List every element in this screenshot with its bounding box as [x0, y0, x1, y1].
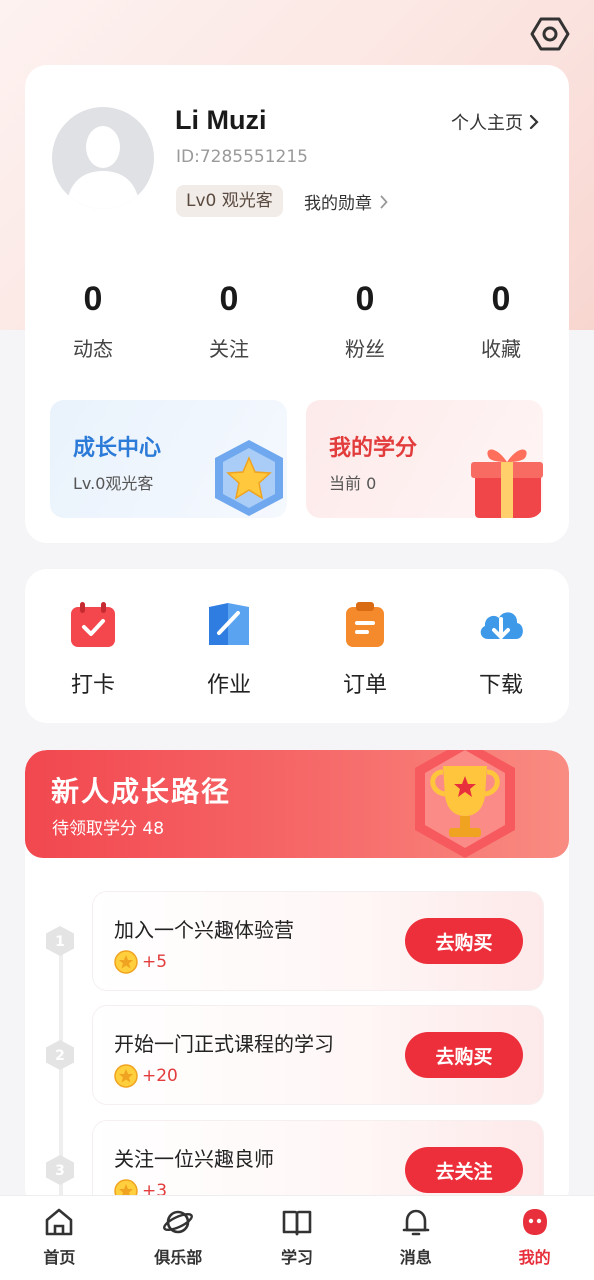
orders-button[interactable]: 订单: [297, 599, 433, 699]
stat-value: 0: [355, 280, 375, 318]
stat-posts[interactable]: 0 动态: [25, 277, 161, 362]
settings-hexagon-icon: [530, 17, 570, 51]
tab-label: 俱乐部: [154, 1248, 203, 1267]
tab-home[interactable]: 首页: [0, 1196, 119, 1280]
buy-button[interactable]: 去购买: [405, 1032, 523, 1078]
task-item: 1 加入一个兴趣体验营 +5 去购买: [46, 892, 543, 990]
stat-value: 0: [491, 280, 511, 318]
coin-star-icon: [114, 1064, 138, 1088]
checkin-button[interactable]: 打卡: [25, 599, 161, 699]
my-credits-card[interactable]: 我的学分 当前 0: [306, 400, 543, 518]
stat-label: 粉丝: [345, 337, 385, 361]
tool-label: 打卡: [70, 673, 115, 698]
svg-text:3: 3: [55, 1163, 65, 1179]
growth-center-card[interactable]: 成长中心 Lv.0观光客: [50, 400, 287, 518]
notebook-icon: [209, 603, 249, 645]
tab-label: 消息: [399, 1248, 432, 1267]
tab-club[interactable]: 俱乐部: [119, 1196, 238, 1280]
stat-fans[interactable]: 0 粉丝: [297, 277, 433, 362]
trophy-icon: [415, 750, 515, 858]
stat-favorites[interactable]: 0 收藏: [433, 277, 569, 362]
tool-label: 订单: [342, 673, 387, 698]
homework-button[interactable]: 作业: [161, 599, 297, 699]
growth-center-subtitle: Lv.0观光客: [73, 474, 154, 493]
tool-label: 作业: [206, 673, 251, 698]
my-medals-link[interactable]: 我的勋章: [304, 189, 388, 214]
buy-button[interactable]: 去购买: [405, 918, 523, 964]
task-item: 2 开始一门正式课程的学习 +20 去购买: [46, 1006, 543, 1104]
chevron-right-icon: [380, 195, 388, 208]
tab-study[interactable]: 学习: [238, 1196, 357, 1280]
profile-face-icon: [522, 1209, 547, 1235]
step-number-badge: 2: [46, 1040, 74, 1070]
step-number-badge: 3: [46, 1155, 74, 1185]
bottom-tabbar: 首页 俱乐部 学习 消息 我的: [0, 1195, 594, 1280]
book-icon: [282, 1210, 312, 1236]
reward-value: +20: [142, 1066, 178, 1086]
homepage-label: 个人主页: [451, 113, 523, 134]
task-reward: +20: [114, 1064, 178, 1088]
tab-label: 首页: [43, 1248, 76, 1267]
svg-text:1: 1: [55, 934, 65, 950]
coin-star-icon: [114, 950, 138, 974]
level-badge[interactable]: Lv0 观光客: [176, 185, 283, 217]
tab-label: 我的: [518, 1248, 551, 1267]
settings-button[interactable]: [530, 14, 570, 54]
task-name: 关注一位兴趣良师: [114, 1147, 274, 1171]
tool-label: 下载: [478, 673, 523, 698]
tab-messages[interactable]: 消息: [356, 1196, 475, 1280]
task-name: 加入一个兴趣体验营: [114, 918, 294, 942]
stat-label: 关注: [209, 337, 249, 361]
tab-mine[interactable]: 我的: [475, 1196, 594, 1280]
profile-card: Li Muzi ID:7285551215 个人主页 Lv0 观光客 我的勋章 …: [25, 65, 569, 543]
tab-label: 学习: [280, 1248, 313, 1267]
my-credits-subtitle: 当前 0: [329, 474, 377, 493]
avatar[interactable]: [52, 107, 154, 209]
task-name: 开始一门正式课程的学习: [114, 1032, 334, 1056]
homepage-link[interactable]: 个人主页: [451, 109, 539, 135]
bell-icon: [402, 1209, 430, 1236]
gift-box-icon: [471, 449, 543, 518]
growth-path-card: 新人成长路径 待领取学分 48 1 加入一个兴趣体验营 +5 去购买 2 开始一…: [25, 750, 569, 1210]
username: Li Muzi: [175, 105, 267, 135]
stat-value: 0: [219, 280, 239, 318]
step-number-badge: 1: [46, 926, 74, 956]
home-icon: [46, 1208, 73, 1236]
my-credits-title: 我的学分: [329, 436, 418, 461]
tools-card: 打卡 作业 订单 下载: [25, 569, 569, 723]
svg-text:2: 2: [55, 1048, 65, 1064]
calendar-check-icon: [71, 602, 115, 647]
chevron-right-icon: [529, 114, 539, 130]
stats-row: 0 动态 0 关注 0 粉丝 0 收藏: [25, 277, 569, 362]
planet-icon: [163, 1210, 194, 1234]
growth-path-banner: 新人成长路径 待领取学分 48: [25, 750, 569, 858]
stat-label: 动态: [73, 337, 113, 361]
stat-label: 收藏: [481, 337, 521, 361]
growth-path-title: 新人成长路径: [51, 775, 232, 808]
follow-button[interactable]: 去关注: [405, 1147, 523, 1193]
growth-center-title: 成长中心: [73, 436, 162, 461]
stat-following[interactable]: 0 关注: [161, 277, 297, 362]
default-avatar-icon: [66, 126, 140, 209]
medal-label: 我的勋章: [304, 194, 372, 214]
clipboard-icon: [346, 602, 384, 647]
downloads-button[interactable]: 下载: [433, 599, 569, 699]
stat-value: 0: [83, 280, 103, 318]
star-badge-icon: [215, 440, 283, 516]
task-reward: +5: [114, 950, 167, 974]
growth-path-subtitle: 待领取学分 48: [52, 819, 165, 839]
user-id: ID:7285551215: [176, 147, 308, 167]
cloud-download-icon: [480, 612, 523, 639]
reward-value: +5: [142, 952, 168, 972]
